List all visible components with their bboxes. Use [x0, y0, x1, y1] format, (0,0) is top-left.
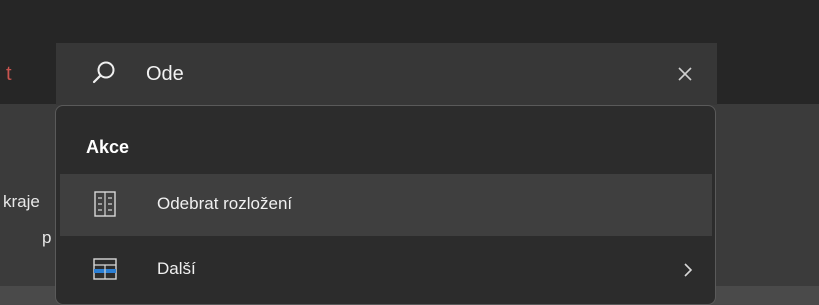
- layout-table-icon: [93, 255, 117, 288]
- search-input[interactable]: [146, 59, 646, 89]
- search-icon: [90, 59, 118, 92]
- remove-layout-icon: [93, 190, 117, 223]
- background-label-fragment: kraje: [3, 192, 40, 211]
- menu-item-label: Odebrat rozložení: [157, 194, 293, 213]
- close-icon[interactable]: [676, 65, 694, 88]
- background-label-fragment-2: p: [42, 228, 52, 247]
- search-bar[interactable]: [56, 43, 717, 105]
- section-title-akce: Akce: [86, 137, 130, 157]
- search-results-dropdown: Akce Odebrat rozložení Další: [55, 105, 716, 305]
- menu-item-remove-layout[interactable]: Odebrat rozložení: [60, 174, 712, 236]
- background-tab-fragment: t: [6, 63, 12, 85]
- chevron-right-icon: [682, 261, 694, 284]
- menu-item-more[interactable]: Další: [60, 239, 712, 301]
- menu-item-label: Další: [157, 259, 196, 278]
